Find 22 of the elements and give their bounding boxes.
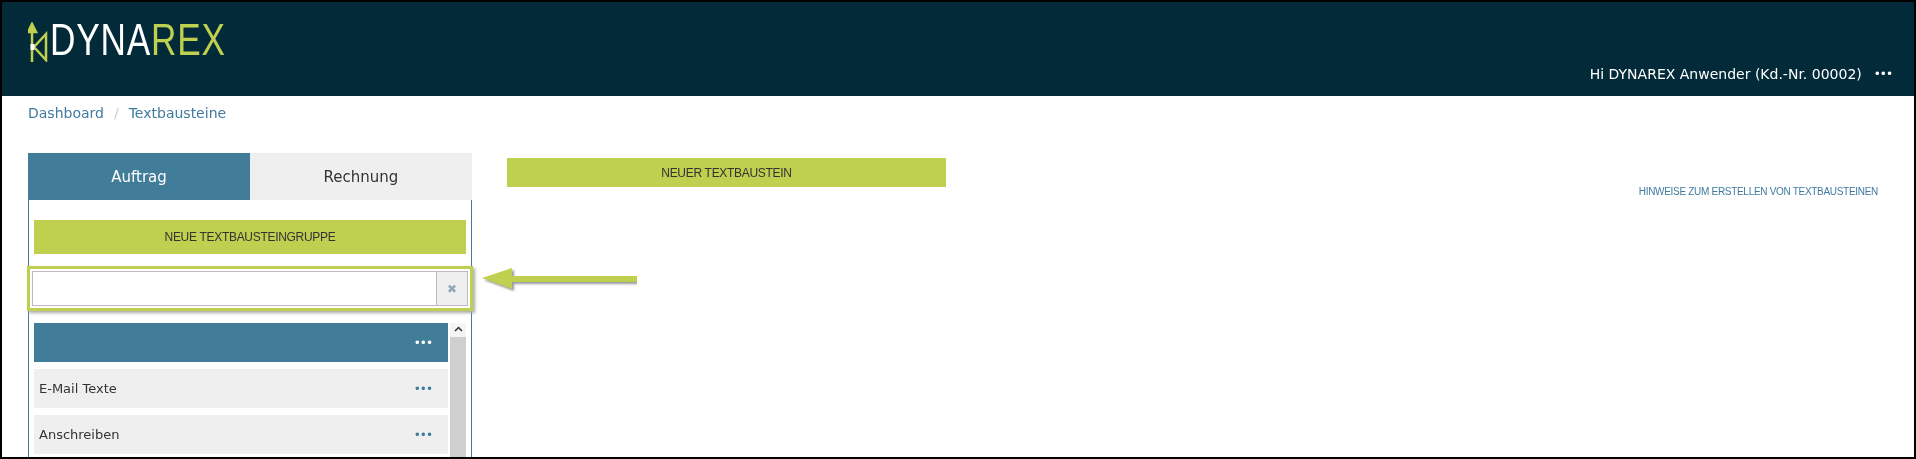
group-item[interactable]: Anschreiben ••• xyxy=(34,415,448,454)
user-menu-button[interactable]: ••• xyxy=(1873,67,1892,81)
tab[interactable]: Rechnung xyxy=(250,153,472,200)
group-menu-button[interactable]: ••• xyxy=(413,427,432,442)
breadcrumb-link[interactable]: Textbausteine xyxy=(128,105,227,125)
group-name: Anschreiben xyxy=(39,427,120,442)
group-item[interactable]: ••• xyxy=(34,323,448,362)
new-text-block-button[interactable]: NEUER TEXTBAUSTEIN xyxy=(507,158,946,187)
scroll-up-icon[interactable] xyxy=(453,326,463,332)
logo-text: DYNAREX xyxy=(50,18,226,62)
user-greeting: Hi DYNAREX Anwender (Kd.-Nr. 00002) xyxy=(1589,66,1862,82)
help-link[interactable]: HINWEISE ZUM ERSTELLEN VON TEXTBAUSTEINEN xyxy=(1638,186,1878,197)
group-menu-button[interactable]: ••• xyxy=(413,335,432,350)
tab[interactable]: Auftrag xyxy=(28,153,250,200)
logo-icon xyxy=(28,22,48,62)
group-menu-button[interactable]: ••• xyxy=(413,381,432,396)
search-field[interactable] xyxy=(32,271,437,306)
group-item[interactable]: E-Mail Texte ••• xyxy=(34,369,448,408)
breadcrumb-link[interactable]: Dashboard xyxy=(28,105,104,125)
breadcrumb-separator: / xyxy=(113,105,119,123)
group-name: E-Mail Texte xyxy=(39,381,117,396)
new-group-button[interactable]: NEUE TEXTBAUSTEINGRUPPE xyxy=(34,220,466,254)
